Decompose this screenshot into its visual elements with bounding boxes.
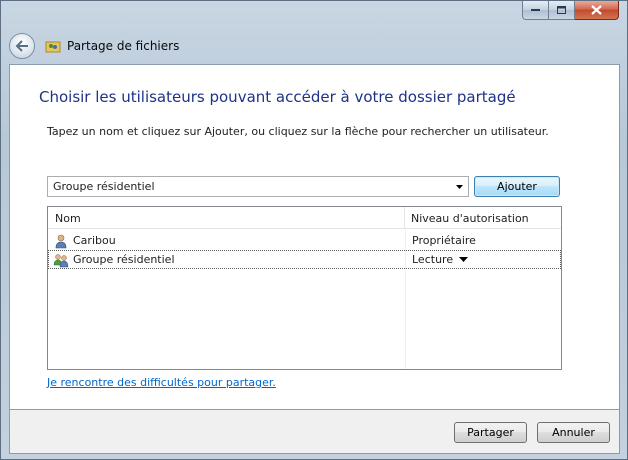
list-item-level-cell: Propriétaire bbox=[405, 234, 476, 247]
back-button[interactable] bbox=[9, 33, 35, 59]
chevron-down-icon bbox=[459, 257, 469, 262]
add-button[interactable]: Ajouter bbox=[474, 176, 560, 197]
homegroup-icon bbox=[53, 253, 69, 267]
users-list: Nom Niveau d'autorisation Caribou Propri… bbox=[47, 206, 562, 370]
list-item-selected[interactable]: Groupe résidentiel Lecture bbox=[48, 250, 561, 269]
close-icon bbox=[591, 5, 602, 15]
list-item-name: Caribou bbox=[73, 234, 116, 247]
minimize-icon bbox=[530, 9, 540, 11]
list-item-name: Groupe résidentiel bbox=[73, 253, 175, 266]
list-header: Nom Niveau d'autorisation bbox=[48, 207, 561, 229]
combobox-value[interactable]: Groupe résidentiel bbox=[48, 180, 451, 193]
user-icon bbox=[55, 234, 67, 248]
file-sharing-icon bbox=[45, 38, 61, 54]
maximize-button[interactable] bbox=[549, 1, 575, 20]
permission-level-dropdown[interactable]: Lecture bbox=[406, 253, 469, 266]
list-item-name-cell: Caribou bbox=[48, 233, 405, 249]
navigation-row: Partage de fichiers bbox=[9, 32, 179, 60]
permission-level: Propriétaire bbox=[412, 234, 476, 247]
window-frame: Partage de fichiers Choisir les utilisat… bbox=[0, 0, 628, 460]
dropdown-arrow-button[interactable] bbox=[451, 177, 468, 196]
cancel-button[interactable]: Annuler bbox=[537, 422, 610, 443]
minimize-button[interactable] bbox=[522, 1, 549, 20]
page-title: Choisir les utilisateurs pouvant accéder… bbox=[39, 88, 516, 106]
help-link[interactable]: Je rencontre des difficultés pour partag… bbox=[47, 376, 276, 389]
window-title: Partage de fichiers bbox=[67, 39, 180, 53]
list-item[interactable]: Caribou Propriétaire bbox=[48, 231, 561, 250]
close-button[interactable] bbox=[575, 1, 619, 20]
list-item-name-cell: Groupe résidentiel bbox=[49, 252, 406, 268]
user-name-combobox[interactable]: Groupe résidentiel bbox=[47, 176, 469, 197]
share-button[interactable]: Partager bbox=[454, 422, 527, 443]
permission-level: Lecture bbox=[412, 253, 454, 266]
maximize-icon bbox=[556, 5, 566, 14]
dialog-footer bbox=[9, 410, 620, 454]
column-header-permission-level[interactable]: Niveau d'autorisation bbox=[405, 207, 561, 229]
back-arrow-icon bbox=[15, 40, 28, 52]
column-header-name[interactable]: Nom bbox=[48, 207, 405, 229]
chevron-down-icon bbox=[456, 184, 463, 189]
instruction-text: Tapez un nom et cliquez sur Ajouter, ou … bbox=[47, 125, 549, 138]
caption-buttons bbox=[522, 1, 619, 21]
